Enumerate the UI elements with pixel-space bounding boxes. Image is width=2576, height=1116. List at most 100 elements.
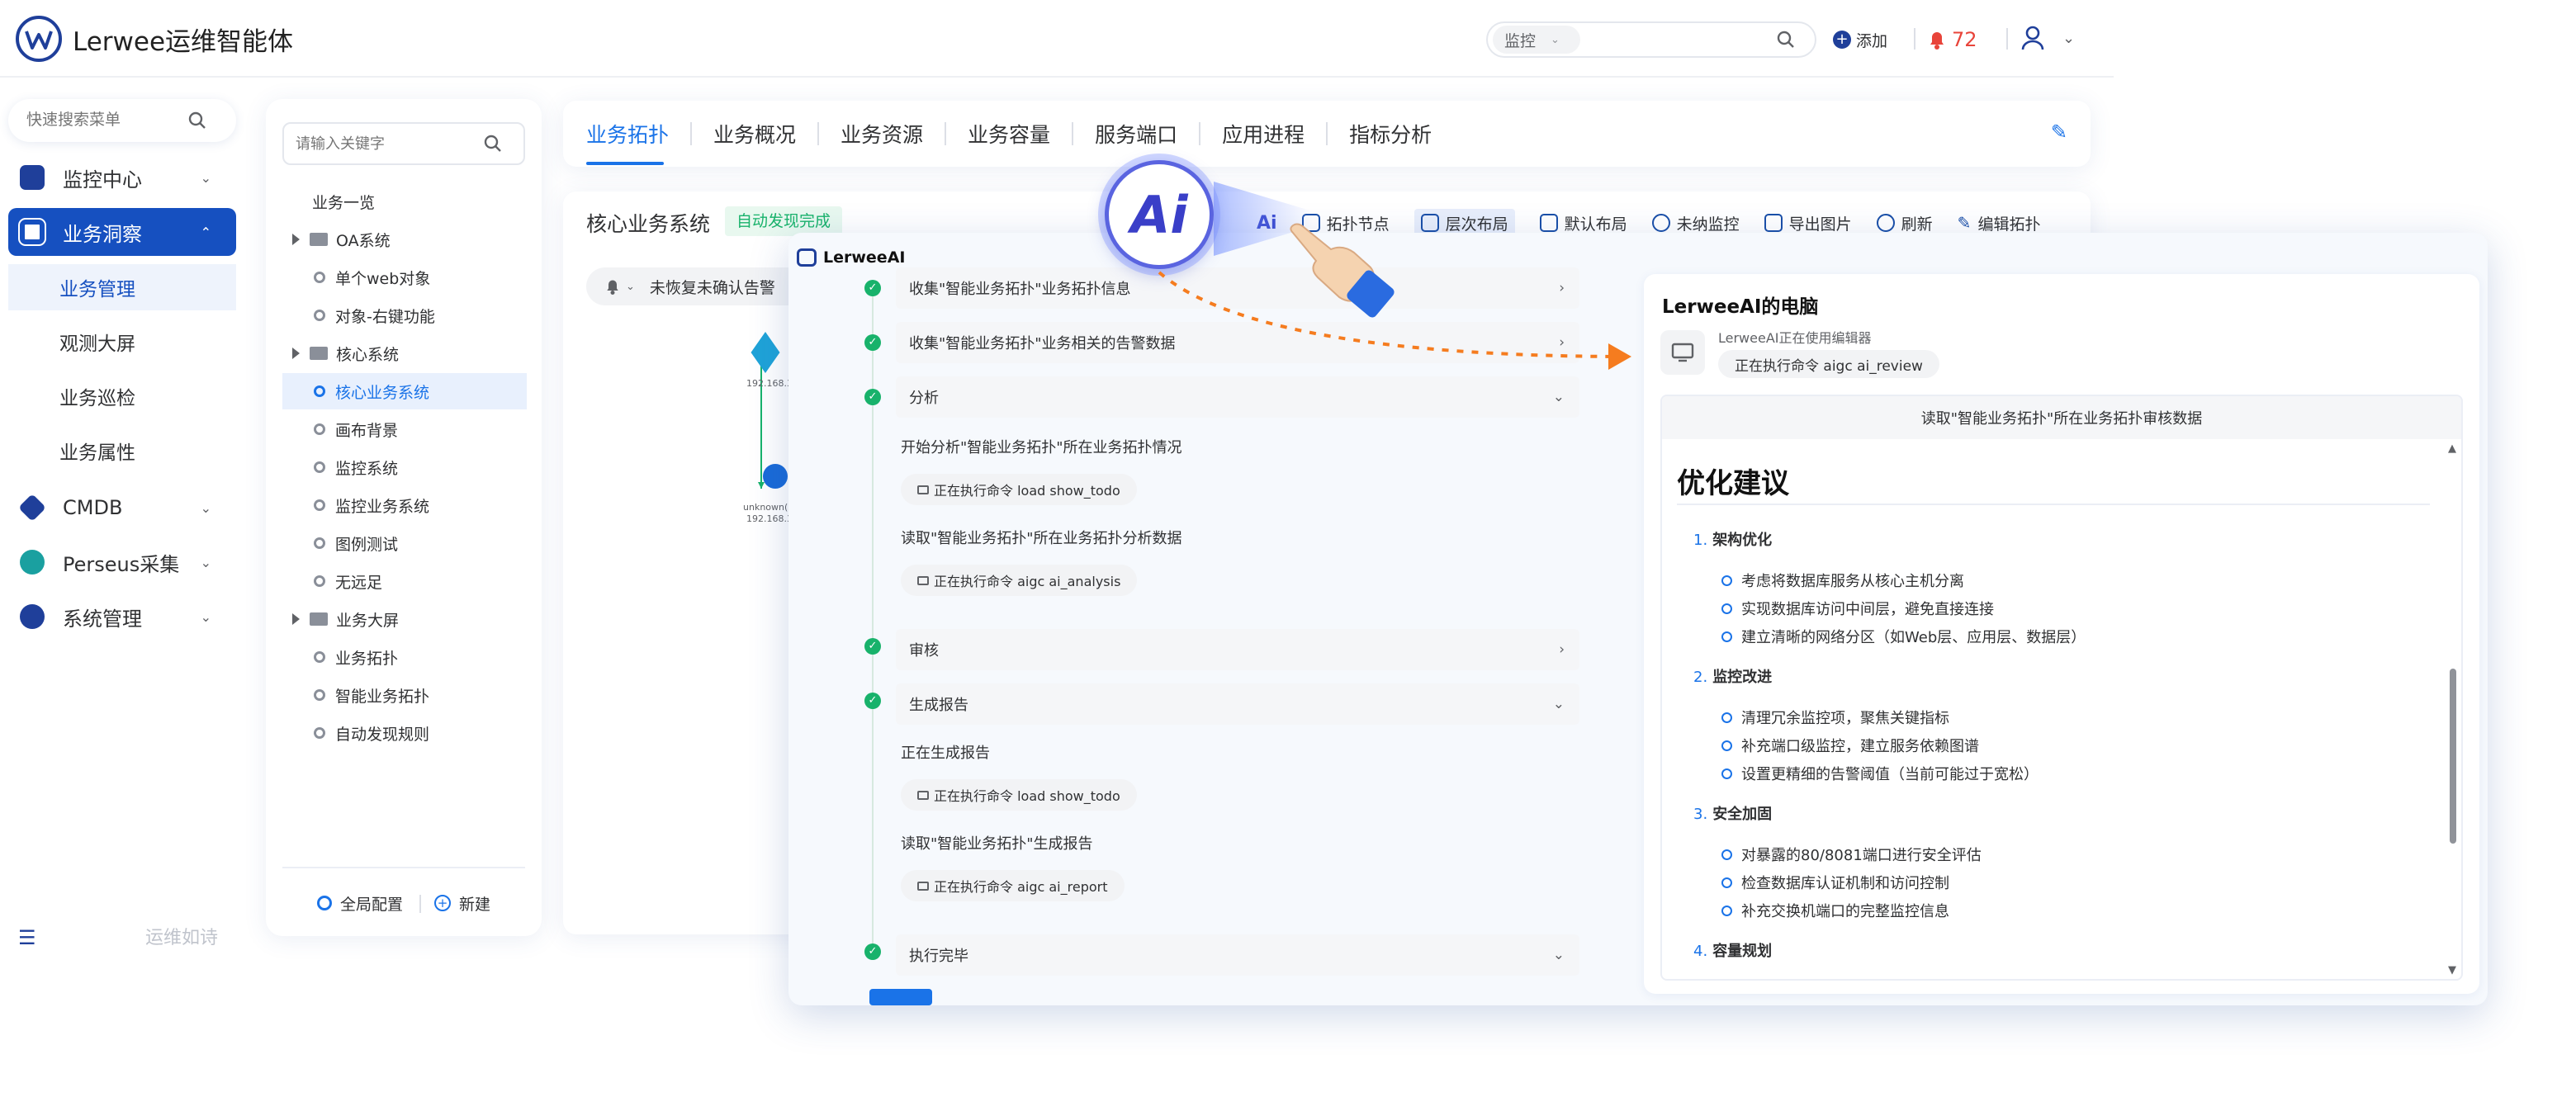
step-done-icon: ✓: [864, 693, 881, 709]
scroll-up-arrow[interactable]: ▲: [2448, 442, 2456, 455]
alert-button[interactable]: 72: [1927, 23, 1977, 56]
sidebar-item-system-manage[interactable]: 系统管理 ⌄: [8, 593, 236, 641]
tree-item-overview[interactable]: 业务一览: [282, 183, 527, 220]
command-label: 正在执行命令 aigc ai_review: [1735, 357, 1923, 375]
section-title-text: 架构优化: [1712, 532, 1773, 549]
gear-icon: [317, 896, 332, 910]
report-line-1: 正在生成报告: [901, 745, 990, 762]
tree-item-canvas-bg[interactable]: 画布背景: [282, 411, 527, 447]
sidebar-sub-business-manage[interactable]: 业务管理: [8, 264, 236, 310]
step-title: 收集"智能业务拓扑"业务拓扑信息: [909, 281, 1131, 298]
topology-node-server[interactable]: [763, 464, 788, 489]
header-search[interactable]: 监控 ⌄: [1486, 21, 1816, 58]
caret-right-icon[interactable]: [292, 234, 300, 245]
tab-divider: [1326, 122, 1328, 145]
global-config-button[interactable]: 全局配置: [317, 888, 403, 918]
step-title: 收集"智能业务拓扑"业务相关的告警数据: [909, 335, 1176, 352]
monitor-select[interactable]: 监控 ⌄: [1493, 26, 1580, 54]
layout-icon: [1420, 214, 1439, 232]
new-button[interactable]: + 新建: [434, 888, 490, 918]
sidebar-item-monitor-center[interactable]: 监控中心 ⌄: [8, 154, 236, 201]
add-button[interactable]: + 添加: [1833, 25, 1887, 54]
search-icon[interactable]: [1777, 31, 1795, 49]
tree-item-legend-test[interactable]: 图例测试: [282, 525, 527, 561]
edit-pen-icon[interactable]: ✎: [2051, 121, 2067, 144]
tree-item-label: 监控系统: [335, 459, 399, 478]
sidebar-collapse-toggle[interactable]: ☰: [18, 921, 36, 954]
refresh-button[interactable]: 刷新: [1876, 212, 1933, 234]
tree-item-business-topo[interactable]: 业务拓扑: [282, 639, 527, 675]
bell-icon: [607, 280, 618, 295]
tab-business-overview[interactable]: 业务概况: [713, 119, 796, 149]
tree-item-monitor-business[interactable]: 监控业务系统: [282, 487, 527, 523]
step-review[interactable]: 审核 ›: [896, 629, 1579, 670]
active-tab-indicator: [586, 162, 664, 165]
tab-business-topo[interactable]: 业务拓扑: [586, 119, 669, 149]
tree-search[interactable]: [282, 122, 525, 165]
monitor-select-value: 监控: [1504, 31, 1537, 50]
chevron-down-icon: ⌄: [200, 608, 211, 625]
tree-item-business-screen[interactable]: 业务大屏: [282, 601, 527, 637]
sidebar-sub-observe-screen[interactable]: 观测大屏: [8, 319, 236, 365]
tree-item-auto-discover[interactable]: 自动发现规则: [282, 715, 527, 751]
step-finished[interactable]: 执行完毕 ⌄: [896, 934, 1579, 976]
system-title: 核心业务系统: [586, 212, 711, 236]
step-done-icon: ✓: [864, 389, 881, 405]
tree-item-single-web[interactable]: 单个web对象: [282, 259, 527, 296]
header-search-input[interactable]: [1589, 31, 1770, 49]
node-icon: [314, 423, 325, 435]
sidebar-item-cmdb[interactable]: CMDB ⌄: [8, 484, 236, 532]
default-layout-button[interactable]: 默认布局: [1539, 212, 1627, 234]
sidebar-item-business-insight[interactable]: 业务洞察 ⌃: [8, 208, 236, 256]
sidebar-sub-business-attr[interactable]: 业务属性: [8, 428, 236, 474]
sidebar-sub-business-patrol[interactable]: 业务巡检: [8, 373, 236, 419]
sidebar-search-input[interactable]: [26, 111, 188, 130]
review-command-chip: 正在执行命令 aigc ai_review: [1718, 350, 1939, 378]
command-label: 正在执行命令 load show_todo: [934, 788, 1120, 804]
tab-divider: [817, 122, 820, 145]
layout-icon: [1539, 214, 1558, 232]
tree-item-oa[interactable]: OA系统: [282, 221, 527, 258]
tree-search-input[interactable]: [296, 135, 484, 153]
tree-footer-divider: [282, 867, 525, 868]
scroll-thumb[interactable]: [2450, 669, 2456, 844]
monitor-icon: [917, 485, 929, 494]
sidebar-sub-label: 业务巡检: [59, 388, 135, 409]
ai-logo-badge[interactable]: Ai: [1105, 160, 1214, 269]
scroll-down-arrow[interactable]: ▼: [2448, 964, 2456, 976]
menu-fold-icon: ☰: [18, 926, 36, 949]
caret-right-icon[interactable]: [292, 348, 300, 359]
tab-metric-analysis[interactable]: 指标分析: [1349, 119, 1432, 149]
tree-item-monitor-system[interactable]: 监控系统: [282, 449, 527, 485]
node-icon: [314, 727, 325, 739]
document-scrollbar[interactable]: ▲ ▼: [2446, 439, 2460, 979]
node-icon: [314, 272, 325, 283]
tab-business-capacity[interactable]: 业务容量: [968, 119, 1050, 149]
search-icon[interactable]: [188, 111, 206, 130]
command-label: 正在执行命令 aigc ai_report: [934, 879, 1108, 895]
unmanaged-button[interactable]: 未纳监控: [1651, 212, 1740, 234]
search-icon[interactable]: [484, 135, 502, 153]
step-generate-report[interactable]: 生成报告 ⌄: [896, 683, 1579, 725]
step-analysis[interactable]: 分析 ⌄: [896, 376, 1579, 418]
tab-business-resources[interactable]: 业务资源: [841, 119, 923, 149]
sidebar-item-perseus[interactable]: Perseus采集 ⌄: [8, 538, 236, 586]
logo[interactable]: Lerwee运维智能体: [15, 15, 293, 63]
tree-item-core-business[interactable]: 核心业务系统: [282, 373, 527, 409]
tree-item-smart-topo[interactable]: 智能业务拓扑: [282, 677, 527, 713]
caret-right-icon[interactable]: [292, 613, 300, 625]
sidebar-search[interactable]: [8, 99, 236, 142]
app-title: Lerwee运维智能体: [73, 26, 294, 57]
tab-app-process[interactable]: 应用进程: [1222, 119, 1305, 149]
suggestion-item: 建立清晰的网络分区（如Web层、应用层、数据层）: [1721, 626, 2086, 647]
pin-icon: [1651, 214, 1670, 232]
tab-service-ports[interactable]: 服务端口: [1095, 119, 1177, 149]
tree-item-right-click[interactable]: 对象-右键功能: [282, 297, 527, 333]
tree-item-wuyuanzu[interactable]: 无远足: [282, 563, 527, 599]
edit-topo-button[interactable]: ✎ 编辑拓扑: [1958, 212, 2041, 234]
user-menu[interactable]: ⌄: [2021, 20, 2075, 56]
section-title-text: 容量规划: [1712, 943, 1773, 960]
tree-item-core-system[interactable]: 核心系统: [282, 335, 527, 371]
export-image-button[interactable]: 导出图片: [1764, 212, 1852, 234]
tree-item-label: 自动发现规则: [335, 725, 430, 744]
